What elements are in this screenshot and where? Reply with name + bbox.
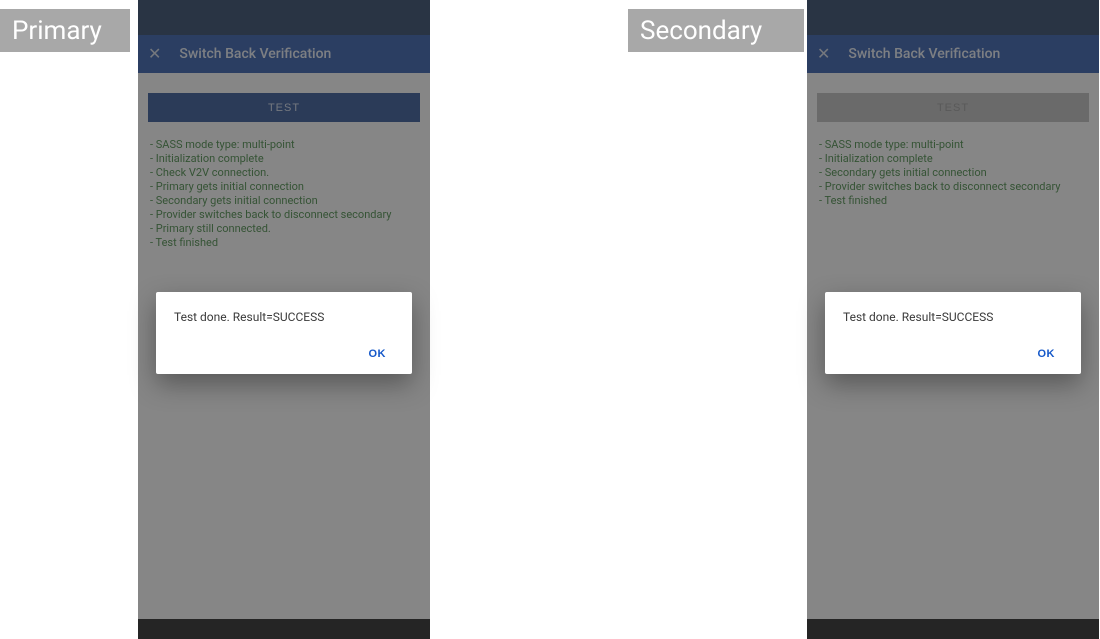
dialog-actions: OK	[174, 342, 394, 366]
dialog-actions: OK	[843, 342, 1063, 366]
secondary-device-frame: ✕ Switch Back Verification TEST - SASS m…	[807, 0, 1099, 639]
label-secondary-text: Secondary	[640, 16, 762, 46]
label-primary-text: Primary	[12, 16, 102, 46]
dialog-ok-button[interactable]: OK	[361, 342, 395, 366]
dialog-message: Test done. Result=SUCCESS	[174, 310, 394, 324]
label-primary-device: Primary	[0, 9, 130, 52]
dialog-ok-button[interactable]: OK	[1030, 342, 1064, 366]
result-dialog: Test done. Result=SUCCESS OK	[825, 292, 1081, 374]
primary-device-frame: ✕ Switch Back Verification TEST - SASS m…	[138, 0, 430, 639]
result-dialog: Test done. Result=SUCCESS OK	[156, 292, 412, 374]
dialog-message: Test done. Result=SUCCESS	[843, 310, 1063, 324]
label-secondary-device: Secondary	[628, 9, 804, 52]
